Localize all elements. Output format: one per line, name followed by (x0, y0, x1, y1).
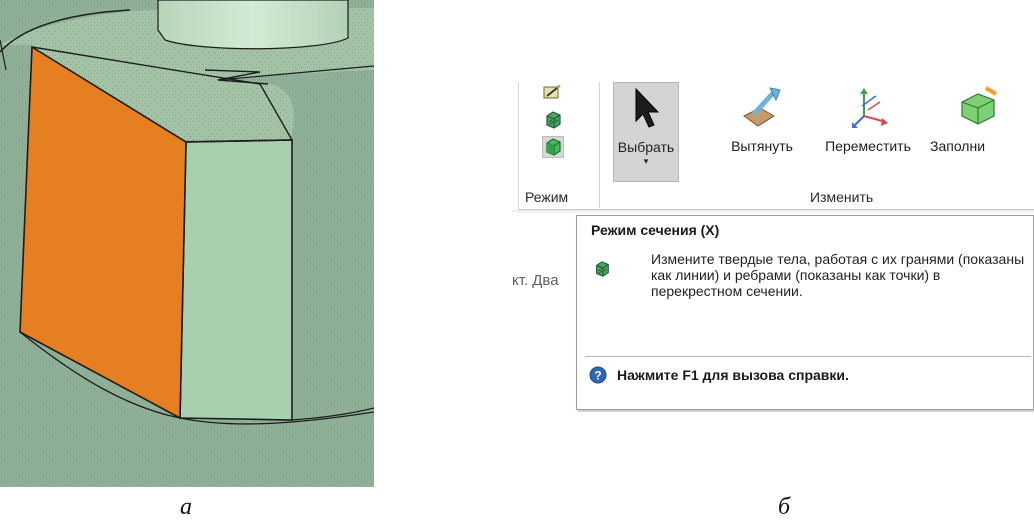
ribbon: Режим Выбрать ▾ Вытянуть Переместить Зап… (512, 82, 1034, 212)
select-tool-button[interactable]: Выбрать ▾ (613, 82, 679, 182)
help-text: Нажмите F1 для вызова справки. (617, 367, 849, 383)
mode-group-label: Режим (525, 189, 569, 205)
tooltip-title: Режим сечения (X) (591, 222, 720, 238)
ribbon-screenshot: Режим Выбрать ▾ Вытянуть Переместить Зап… (512, 82, 1034, 412)
caption-a: а (180, 494, 192, 520)
sketch-mode-icon[interactable] (542, 82, 564, 104)
ribbon-left-edge (518, 82, 519, 210)
fill-icon (954, 84, 1002, 132)
fill-tool-label: Заполни (930, 138, 986, 154)
modify-group-label: Изменить (810, 189, 874, 205)
side-face[interactable] (179, 139, 293, 421)
3d-mode-icon[interactable] (542, 136, 564, 158)
caption-b: б (778, 494, 791, 520)
select-tool-label: Выбрать (617, 139, 675, 155)
tooltip-description: Измените твердые тела, работая с их гран… (651, 251, 1025, 299)
pull-icon (738, 84, 786, 132)
group-separator (599, 82, 600, 208)
move-axes-icon (844, 84, 892, 132)
section-mode-tooltip: Режим сечения (X) Измените твердые тела,… (576, 215, 1034, 410)
pull-tool-label: Вытянуть (731, 138, 793, 154)
3d-viewport[interactable] (0, 0, 374, 487)
ribbon-shadow (512, 210, 1034, 214)
section-mode-icon[interactable] (542, 109, 564, 131)
cursor-arrow-icon (622, 85, 670, 133)
move-tool-button[interactable]: Переместить (812, 82, 924, 182)
svg-text:?: ? (594, 369, 601, 383)
help-icon: ? (589, 366, 607, 384)
pull-tool-button[interactable]: Вытянуть (712, 82, 812, 182)
section-mode-icon (593, 260, 611, 278)
chevron-down-icon[interactable]: ▾ (644, 157, 649, 166)
document-tab-fragment[interactable]: кт. Два (512, 272, 559, 289)
tooltip-divider (585, 356, 1031, 357)
upper-cylinder[interactable] (157, 0, 349, 50)
move-tool-label: Переместить (825, 138, 911, 154)
model-render[interactable] (0, 0, 374, 487)
fill-tool-button[interactable]: Заполни (930, 82, 1034, 182)
